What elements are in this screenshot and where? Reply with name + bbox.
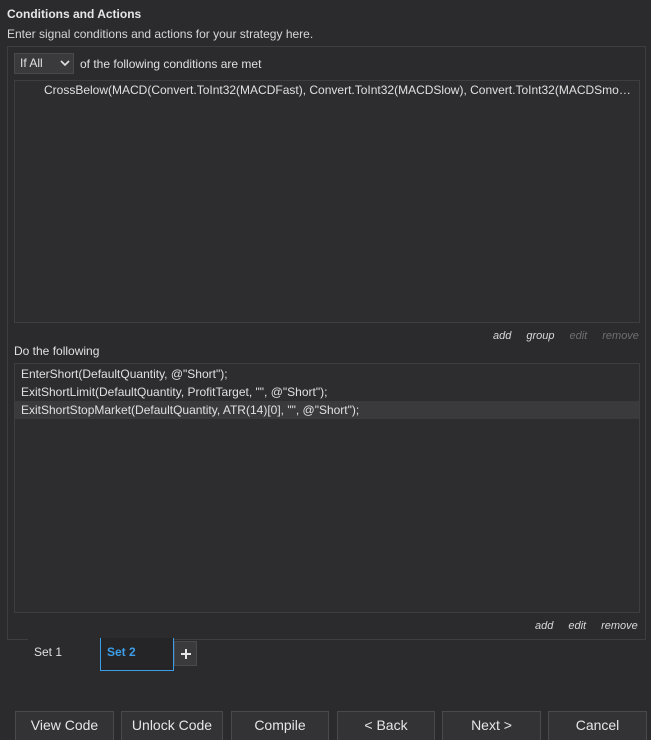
- actions-link-bar: add edit remove: [535, 620, 638, 632]
- action-item[interactable]: EnterShort(DefaultQuantity, @"Short");: [15, 365, 639, 383]
- action-item-selected[interactable]: ExitShortStopMarket(DefaultQuantity, ATR…: [15, 401, 639, 419]
- back-button[interactable]: < Back: [337, 711, 435, 740]
- condition-add-link[interactable]: add: [493, 330, 511, 342]
- action-add-link[interactable]: add: [535, 620, 553, 632]
- compile-button[interactable]: Compile: [231, 711, 329, 740]
- action-remove-link[interactable]: remove: [601, 620, 638, 632]
- condition-mode-value: If All: [20, 56, 43, 70]
- plus-icon: [180, 648, 191, 659]
- page-description: Enter signal conditions and actions for …: [7, 27, 314, 41]
- tab-set-2[interactable]: Set 2: [100, 638, 174, 671]
- action-edit-link[interactable]: edit: [568, 620, 586, 632]
- add-set-button[interactable]: [174, 641, 197, 666]
- condition-item[interactable]: CrossBelow(MACD(Convert.ToInt32(MACDFast…: [44, 82, 636, 98]
- condition-mode-label: of the following conditions are met: [80, 57, 262, 71]
- page-title: Conditions and Actions: [7, 7, 142, 21]
- condition-group-link[interactable]: group: [526, 330, 554, 342]
- condition-mode-dropdown[interactable]: If All: [14, 53, 74, 74]
- condition-remove-link: remove: [602, 330, 639, 342]
- unlock-code-button[interactable]: Unlock Code: [121, 711, 223, 740]
- conditions-list[interactable]: CrossBelow(MACD(Convert.ToInt32(MACDFast…: [14, 80, 640, 323]
- actions-label: Do the following: [14, 344, 100, 358]
- chevron-down-icon: [60, 60, 70, 67]
- tab-set-1[interactable]: Set 1: [28, 638, 100, 671]
- action-item[interactable]: ExitShortLimit(DefaultQuantity, ProfitTa…: [15, 383, 639, 401]
- view-code-button[interactable]: View Code: [15, 711, 114, 740]
- condition-edit-link: edit: [569, 330, 588, 342]
- actions-list[interactable]: EnterShort(DefaultQuantity, @"Short"); E…: [14, 363, 640, 613]
- next-button[interactable]: Next >: [442, 711, 541, 740]
- cancel-button[interactable]: Cancel: [548, 711, 647, 740]
- conditions-link-bar: add group edit remove: [493, 330, 639, 342]
